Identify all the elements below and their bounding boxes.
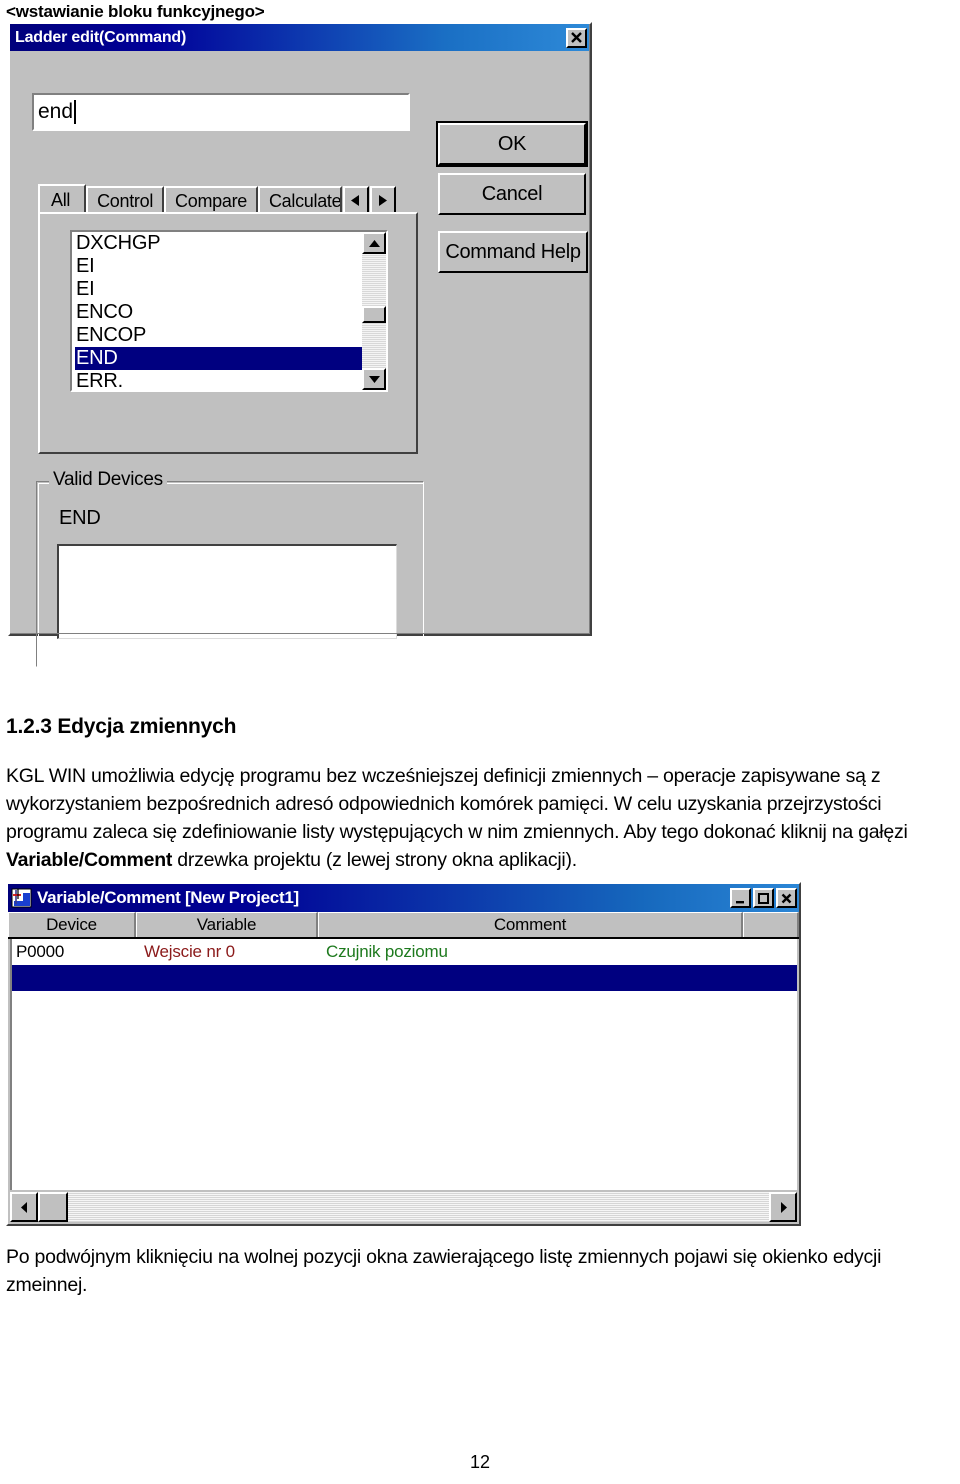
command-input-value: end [38,100,74,123]
table-row[interactable]: P0000 Wejscie nr 0 Czujnik poziomu [12,939,797,965]
valid-devices-legend: Valid Devices [49,469,167,491]
command-input[interactable]: end [32,93,410,131]
tab-all[interactable]: All [38,184,87,214]
scroll-right-icon[interactable] [769,1192,797,1222]
column-header-device[interactable]: Device [8,912,136,937]
column-header-variable[interactable]: Variable [136,912,318,937]
page-number: 12 [469,1452,491,1472]
variable-comment-horizontal-scrollbar[interactable] [10,1192,797,1222]
cell-device: P0000 [16,942,65,961]
command-listbox[interactable]: DXCHGP EI EI ENCO ENCOP END ERR. [70,230,388,392]
command-listbox-items: DXCHGP EI EI ENCO ENCOP END ERR. [72,232,362,390]
cell-comment: Czujnik poziomu [326,942,448,961]
variable-comment-title: Variable/Comment [New Project1] [37,888,299,907]
valid-devices-value: END [59,507,101,529]
paragraph-one-bold: Variable/Comment [6,849,173,871]
figure-caption: <wstawianie bloku funkcyjnego> [6,2,265,21]
scrollbar-thumb[interactable] [362,306,386,323]
command-help-button[interactable]: Command Help [438,231,588,273]
list-item[interactable]: EI [75,255,362,278]
paragraph-one-part-b: drzewka projektu (z lewej strony okna ap… [172,849,577,871]
variable-comment-window: Variable/Comment [New Project1] Device V… [6,882,801,1226]
close-icon[interactable] [566,27,587,48]
scroll-up-icon[interactable] [362,232,386,254]
paragraph-one: KGL WIN umożliwia edycję programu bez wc… [6,762,954,874]
cell-variable: Wejscie nr 0 [144,942,235,961]
tab-control[interactable]: Control [86,186,165,214]
close-icon[interactable] [776,888,797,908]
cancel-button[interactable]: Cancel [438,173,586,215]
command-tab-page: DXCHGP EI EI ENCO ENCOP END ERR. [38,212,418,454]
valid-devices-detail-box[interactable] [57,544,397,639]
list-item-selected[interactable]: END [75,347,362,370]
ladder-dialog-titlebar[interactable]: Ladder edit(Command) [10,24,590,51]
tab-scroll-left-button[interactable] [342,186,369,214]
column-header-comment[interactable]: Comment [318,912,743,937]
list-item[interactable]: ENCOP [75,324,362,347]
variable-comment-column-headers: Device Variable Comment [8,912,799,939]
variable-comment-titlebar[interactable]: Variable/Comment [New Project1] [8,884,799,912]
command-list-vertical-scrollbar[interactable] [362,232,386,390]
ok-button[interactable]: OK [436,121,588,167]
tab-scroll-right-button[interactable] [369,186,396,214]
minimize-icon[interactable] [730,888,751,908]
ladder-dialog-body: end All Control Compare Calculate DXCHGP… [10,51,590,667]
scroll-left-icon[interactable] [10,1192,38,1222]
application-icon [11,887,33,909]
tab-calculate[interactable]: Calculate [257,186,342,214]
list-item[interactable]: ERR. [75,370,362,390]
table-row-selected[interactable] [12,965,797,991]
tab-compare[interactable]: Compare [164,186,258,214]
ladder-edit-dialog: Ladder edit(Command) end All Control Com… [8,22,592,667]
maximize-icon[interactable] [753,888,774,908]
valid-devices-group: Valid Devices END [36,469,424,667]
paragraph-two: Po podwójnym kliknięciu na wolnej pozycj… [6,1246,882,1296]
paragraph-one-part-a: KGL WIN umożliwia edycję programu bez wc… [6,765,908,843]
text-caret [74,100,77,124]
horizontal-scrollbar-track[interactable] [68,1192,769,1222]
command-category-tabs: All Control Compare Calculate [38,184,418,214]
scroll-down-icon[interactable] [362,368,386,390]
list-item[interactable]: EI [75,278,362,301]
list-item[interactable]: DXCHGP [75,232,362,255]
scrollbar-track[interactable] [362,254,386,368]
column-header-extra[interactable] [743,912,799,937]
variable-comment-grid[interactable]: P0000 Wejscie nr 0 Czujnik poziomu [10,939,797,1190]
list-item[interactable]: ENCO [75,301,362,324]
page-title: 1.2.3 Edycja zmiennych [6,715,237,738]
ladder-dialog-title: Ladder edit(Command) [15,28,187,46]
horizontal-scrollbar-thumb[interactable] [38,1192,68,1222]
